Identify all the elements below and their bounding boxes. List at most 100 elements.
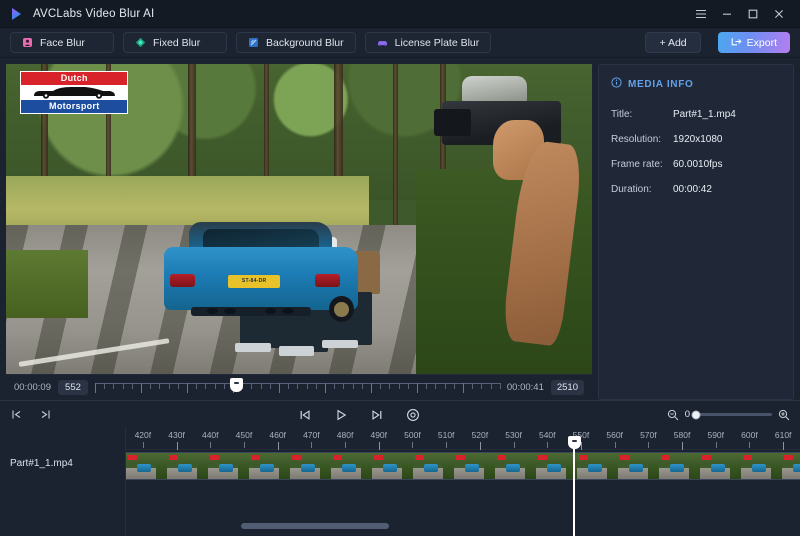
ruler-tick [479, 442, 481, 450]
ruler-label: 590f [707, 430, 725, 440]
main-area: ST-84-DR Dutch Motorsport 00:00:09 552 0… [0, 58, 800, 400]
scrubber-tick [352, 382, 354, 389]
ruler-label: 510f [437, 430, 455, 440]
timeline-scrollbar-thumb[interactable] [240, 523, 389, 529]
ruler-tick [580, 442, 582, 450]
jump-to-start-icon[interactable] [10, 408, 23, 421]
ruler-tick [345, 442, 347, 448]
clip-thumbnail [741, 453, 782, 479]
app-title: AVCLabs Video Blur AI [33, 7, 155, 20]
scrubber-tick [94, 382, 96, 393]
timeline-track-labels: Part#1_1.mp4 [0, 428, 126, 536]
ruler-label: 470f [303, 430, 320, 440]
timeline-playhead-handle[interactable] [567, 436, 581, 449]
zoom-slider-handle[interactable] [691, 410, 701, 419]
scrubber-tick [343, 382, 345, 389]
clip-thumbnail [126, 453, 167, 479]
info-circle-icon [611, 75, 622, 93]
ruler-tick [210, 442, 212, 448]
background-blur-icon [248, 37, 259, 48]
clip-thumbnail [290, 453, 331, 479]
zoom-out-icon[interactable] [667, 409, 679, 421]
scrubber-handle[interactable] [230, 377, 244, 392]
export-icon [731, 36, 742, 50]
ruler-tick [513, 442, 515, 448]
scrubber-tick [306, 382, 308, 389]
zoom-slider[interactable] [691, 410, 772, 419]
close-icon[interactable] [766, 2, 792, 26]
zoom-controls: 0 [667, 409, 790, 421]
scrubber-tick [297, 382, 299, 389]
scrubber-tick [168, 382, 170, 389]
ruler-tick [648, 442, 650, 448]
next-frame-icon[interactable] [370, 408, 384, 422]
timeline-ruler[interactable]: 420f 430f 440f 450f 460f 470f 480f 490f 500f 510f… [126, 428, 800, 450]
fixed-blur-icon [135, 37, 146, 48]
info-value: 00:00:42 [673, 184, 712, 195]
scrubber-tick [315, 382, 317, 389]
timeline-tracks[interactable]: 420f 430f 440f 450f 460f 470f 480f 490f 500f 510f… [126, 428, 800, 536]
info-value: 60.0010fps [673, 159, 723, 170]
mode-button-fixed-blur[interactable]: Fixed Blur [123, 32, 227, 53]
scrubber-tick [196, 382, 198, 389]
scrubber-tick [426, 382, 428, 389]
mode-button-background-blur[interactable]: Background Blur [236, 32, 356, 53]
timeline-playhead [573, 442, 576, 536]
ruler-tick [142, 442, 144, 448]
scrubber-tick [490, 382, 492, 389]
scrubber-track[interactable] [94, 377, 501, 396]
mode-toolbar: Face Blur Fixed Blur Background Blur Lic… [0, 28, 800, 58]
clip-thumbnail [618, 453, 659, 479]
media-info-header: MEDIA INFO [611, 75, 781, 93]
ruler-label: 560f [606, 430, 623, 440]
ruler-tick [547, 442, 549, 448]
timeline-scrollbar[interactable] [126, 523, 800, 530]
clip-thumbnail [782, 453, 800, 479]
ruler-tick [749, 442, 751, 448]
ruler-label: 430f [168, 430, 185, 440]
track-name: Part#1_1.mp4 [10, 458, 73, 469]
media-info-row: Duration: 00:00:42 [611, 184, 781, 195]
scrubber-start-timecode: 00:00:09 [14, 382, 51, 393]
play-icon[interactable] [334, 408, 348, 422]
scrubber-tick [472, 382, 474, 389]
ruler-tick [715, 442, 717, 448]
race-car-silhouette-icon [21, 84, 128, 100]
scrubber-tick [140, 382, 142, 393]
ruler-label: 610f [774, 430, 792, 440]
ruler-tick [614, 442, 616, 448]
ruler-tick [412, 442, 414, 448]
ruler-tick [378, 442, 380, 450]
timeline-body: Part#1_1.mp4 420f 430f 440f 450f 460f 470f 480… [0, 428, 800, 536]
mode-button-license-plate-blur[interactable]: License Plate Blur [364, 32, 492, 53]
scrubber-tick [444, 382, 446, 389]
scrubber-end-frame[interactable]: 2510 [550, 380, 584, 395]
scrubber-start-frame[interactable]: 552 [57, 380, 88, 395]
export-button[interactable]: Export [717, 32, 790, 53]
ruler-tick [311, 442, 313, 448]
clip-thumbnail [331, 453, 372, 479]
add-button[interactable]: + Add [645, 32, 701, 53]
ruler-tick [243, 442, 245, 448]
minimize-icon[interactable] [714, 2, 740, 26]
snapshot-icon[interactable] [406, 408, 420, 422]
window-controls [688, 2, 792, 26]
scrubber-tick [187, 382, 188, 393]
timeline-clip[interactable] [126, 452, 800, 480]
video-preview[interactable]: ST-84-DR Dutch Motorsport [6, 64, 592, 374]
mode-label: Face Blur [40, 36, 85, 49]
ruler-label: 490f [370, 430, 388, 440]
hamburger-menu-icon[interactable] [688, 2, 714, 26]
jump-to-end-icon[interactable] [39, 408, 52, 421]
timeline-toolbar: 0 [0, 401, 800, 428]
maximize-icon[interactable] [740, 2, 766, 26]
mode-button-face-blur[interactable]: Face Blur [10, 32, 114, 53]
scrubber-tick [104, 382, 106, 389]
previous-frame-icon[interactable] [298, 408, 312, 422]
scrubber-tick [361, 382, 363, 389]
transport-controls [52, 408, 667, 422]
scrubber-tick [269, 382, 271, 389]
zoom-in-icon[interactable] [778, 409, 790, 421]
scrubber-tick [260, 382, 262, 389]
media-info-title: MEDIA INFO [628, 78, 694, 90]
